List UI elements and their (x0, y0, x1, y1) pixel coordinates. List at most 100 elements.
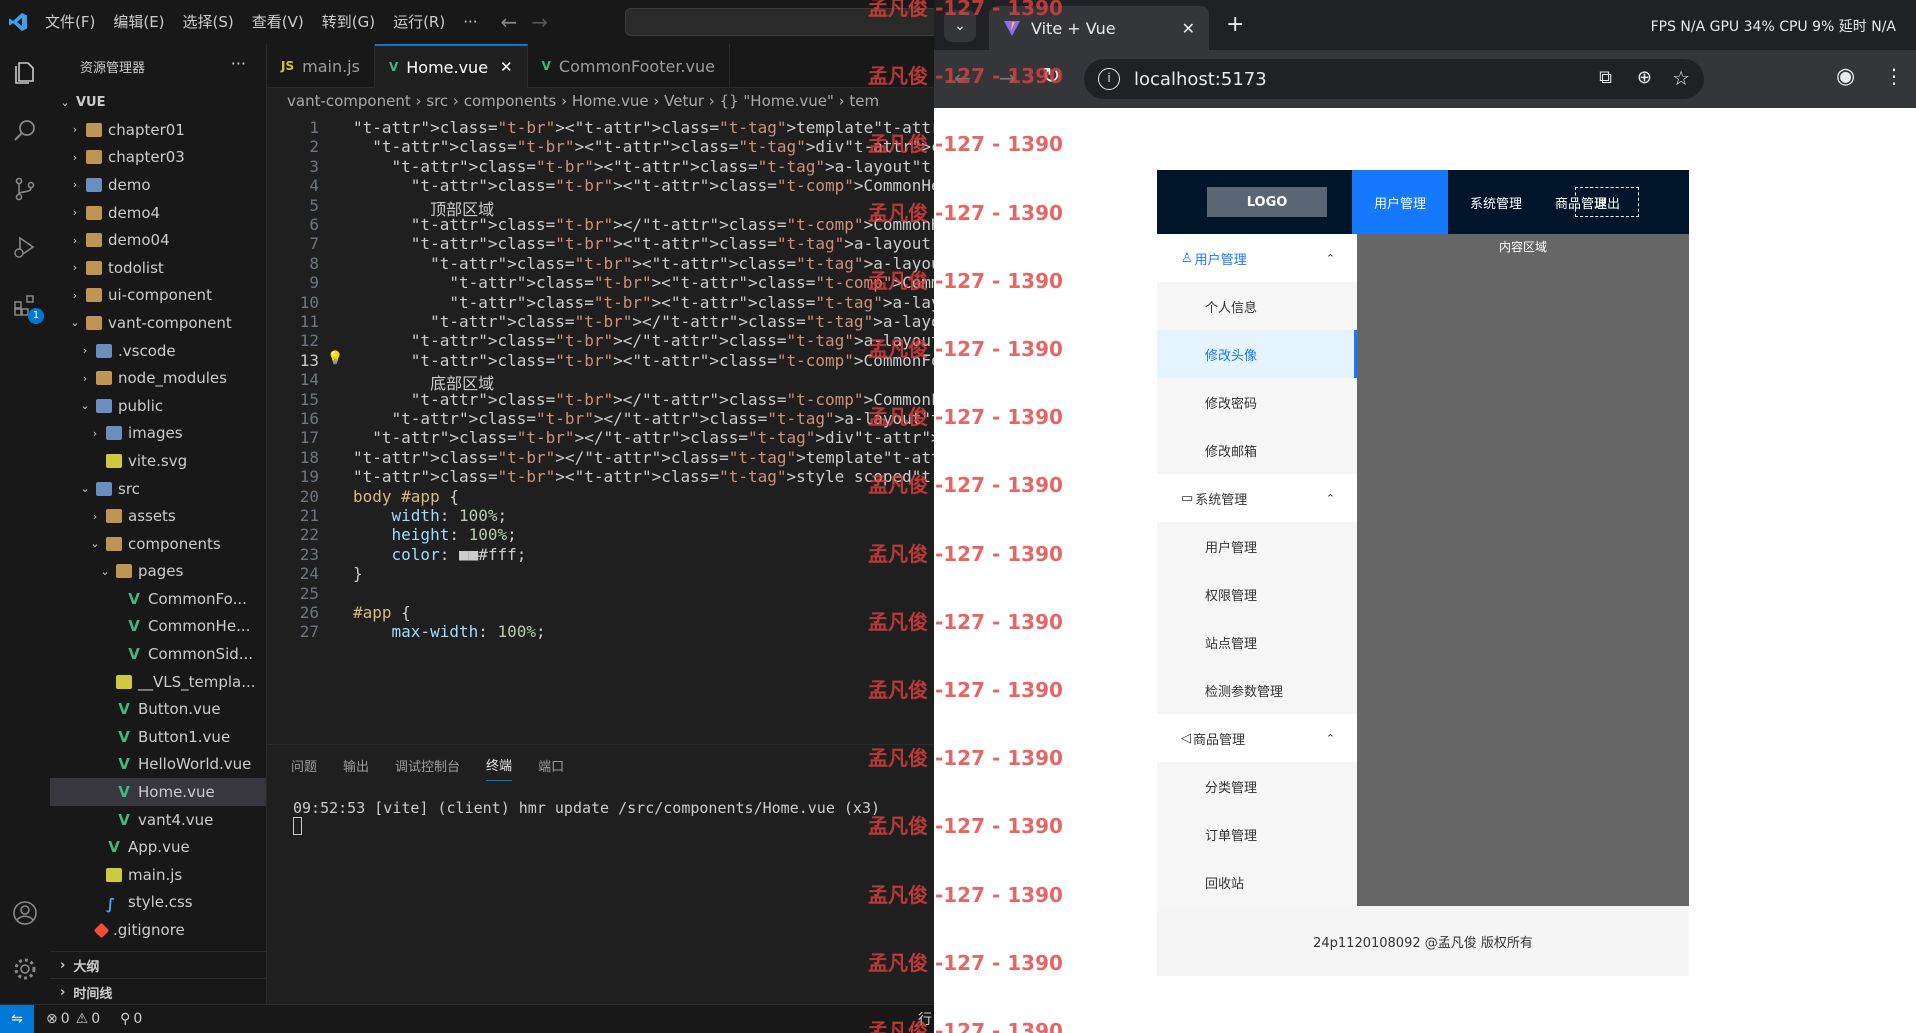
extensions-icon[interactable]: 1 (8, 288, 44, 324)
zoom-icon[interactable]: ⊕ (1637, 67, 1652, 88)
nav-system-management[interactable]: 系统管理 (1448, 170, 1544, 234)
close-tab-icon[interactable]: ✕ (500, 58, 513, 76)
browser-menu-icon[interactable]: ⋮ (1884, 64, 1904, 88)
menu-item[interactable]: 修改密码 (1157, 378, 1357, 426)
errors-icon[interactable]: ⊗ (46, 1011, 58, 1027)
profile-icon[interactable]: ◉ (1836, 64, 1855, 89)
tree-item[interactable]: Vvant4.vue (50, 806, 266, 834)
editor-tab[interactable]: V Home.vue ✕ (374, 44, 528, 88)
tree-item[interactable]: › todolist (50, 254, 266, 282)
tree-item[interactable]: ⌄ vant-component (50, 309, 266, 337)
menu-item[interactable]: 修改邮箱 (1157, 426, 1357, 474)
panel-tab[interactable]: 输出 (343, 756, 369, 775)
menu-item[interactable]: 选择(S) (174, 0, 243, 44)
logout-button[interactable]: 退出 (1575, 187, 1639, 217)
tree-item[interactable]: V CommonSid... (50, 640, 266, 668)
tree-item[interactable]: ⌄ src (50, 475, 266, 503)
tree-item[interactable]: › demo04 (50, 226, 266, 254)
menu-item[interactable]: 运行(R) (384, 0, 454, 44)
tree-item[interactable]: V CommonHe... (50, 613, 266, 641)
menu-item[interactable]: 回收站 (1157, 858, 1357, 906)
panel-tab[interactable]: 终端 (486, 755, 513, 781)
cursor-position[interactable]: 行 (918, 1009, 932, 1029)
tree-item[interactable]: __VLS_templa... (50, 668, 266, 696)
more-actions-icon[interactable]: ··· (231, 54, 246, 73)
tree-item[interactable]: › node_modules (50, 364, 266, 392)
menu-item[interactable]: 转到(G) (313, 0, 384, 44)
timeline-section[interactable]: › 时间线 (50, 978, 267, 1005)
tree-item[interactable]: vite.svg (50, 447, 266, 475)
menu-item[interactable]: ··· (454, 0, 486, 44)
reload-icon[interactable]: ↻ (1042, 64, 1060, 89)
tree-item[interactable]: ⌄ pages (50, 558, 266, 586)
source-control-icon[interactable] (8, 172, 42, 206)
tree-item[interactable]: ⌄ public (50, 392, 266, 420)
tree-item[interactable]: › ui-component (50, 282, 266, 310)
run-debug-icon[interactable] (8, 230, 42, 264)
submenu-title[interactable]: ♙ 用户管理 ⌃ (1157, 234, 1357, 282)
tree-item[interactable]: › images (50, 420, 266, 448)
forward-icon[interactable]: → (999, 66, 1016, 90)
translate-icon[interactable]: ⧉ (1599, 67, 1612, 88)
tab-search-chevron-down-icon[interactable]: ⌄ (944, 10, 976, 42)
terminal[interactable]: 09:52:53 [vite] (client) hmr update /src… (267, 785, 934, 853)
workspace-root[interactable]: ⌄ VUE (50, 88, 266, 116)
panel-tab[interactable]: 问题 (291, 756, 317, 775)
breadcrumb[interactable]: vant-component › src › components › Home… (267, 88, 934, 114)
settings-gear-icon[interactable] (8, 952, 42, 986)
menu-item[interactable]: 修改头像 (1157, 330, 1357, 378)
site-info-icon[interactable]: i (1098, 68, 1120, 90)
bookmark-star-icon[interactable]: ☆ (1672, 66, 1690, 90)
back-arrow-icon[interactable]: ← (501, 10, 518, 34)
tree-item[interactable]: › demo4 (50, 199, 266, 227)
menu-item[interactable]: 查看(V) (243, 0, 313, 44)
menu-item[interactable]: 站点管理 (1157, 618, 1357, 666)
account-icon[interactable] (8, 896, 42, 930)
menu-item[interactable]: 用户管理 (1157, 522, 1357, 570)
ports-icon[interactable]: ⚲ (120, 1011, 130, 1027)
address-bar[interactable]: i localhost:5173 ⧉ ⊕ ☆ (1084, 59, 1704, 99)
browser-tab[interactable]: Vite + Vue ✕ (989, 6, 1209, 50)
tree-item[interactable]: › demo (50, 171, 266, 199)
forward-arrow-icon[interactable]: → (531, 10, 548, 34)
menu-item[interactable]: 分类管理 (1157, 762, 1357, 810)
explorer-icon[interactable] (8, 56, 42, 90)
editor-tab[interactable]: JS main.js (267, 44, 375, 88)
menu-item[interactable]: 编辑(E) (104, 0, 173, 44)
submenu-title[interactable]: ▭ 系统管理 ⌃ (1157, 474, 1357, 522)
tree-item[interactable]: ⌄ components (50, 530, 266, 558)
submenu-title[interactable]: ◁ 商品管理 ⌃ (1157, 714, 1357, 762)
outline-section[interactable]: › 大纲 (50, 951, 267, 978)
tree-item[interactable]: .gitignore (50, 916, 266, 944)
tree-item[interactable]: V App.vue (50, 833, 266, 861)
close-tab-icon[interactable]: ✕ (1182, 19, 1195, 38)
nav-user-management[interactable]: 用户管理 (1352, 170, 1448, 234)
editor-tab[interactable]: V CommonFooter.vue (528, 44, 730, 88)
menu-item[interactable]: 文件(F) (36, 0, 104, 44)
menu-item[interactable]: 检测参数管理 (1157, 666, 1357, 714)
warnings-icon[interactable]: ⚠ (76, 1011, 89, 1027)
tree-item[interactable]: › .vscode (50, 337, 266, 365)
code-editor[interactable]: 1 "t-attr">class="t-br"><"t-attr">class="… (267, 114, 934, 744)
tree-item[interactable]: V CommonFo... (50, 585, 266, 613)
menu-item[interactable]: 权限管理 (1157, 570, 1357, 618)
tree-item[interactable]: V Button1.vue (50, 723, 266, 751)
tree-item[interactable]: V HelloWorld.vue (50, 751, 266, 779)
tree-item[interactable]: › chapter01 (50, 116, 266, 144)
menu-item[interactable]: 个人信息 (1157, 282, 1357, 330)
panel-tab[interactable]: 调试控制台 (395, 756, 460, 775)
menu-item[interactable]: 订单管理 (1157, 810, 1357, 858)
panel-tab[interactable]: 端口 (538, 756, 564, 775)
back-icon[interactable]: ← (954, 66, 971, 90)
tree-item[interactable]: V Button.vue (50, 695, 266, 723)
command-center[interactable] (625, 8, 945, 36)
new-tab-icon[interactable]: + (1226, 12, 1244, 37)
tree-item[interactable]: › chapter03 (50, 144, 266, 172)
tree-item[interactable]: › assets (50, 502, 266, 530)
lightbulb-icon[interactable]: 💡 (327, 351, 343, 366)
tree-item[interactable]: ∫ style.css (50, 889, 266, 917)
search-icon[interactable] (8, 114, 42, 148)
remote-icon[interactable]: ⇋ (0, 1004, 34, 1033)
tree-item[interactable]: main.js (50, 861, 266, 889)
tree-item[interactable]: V Home.vue (50, 778, 266, 806)
